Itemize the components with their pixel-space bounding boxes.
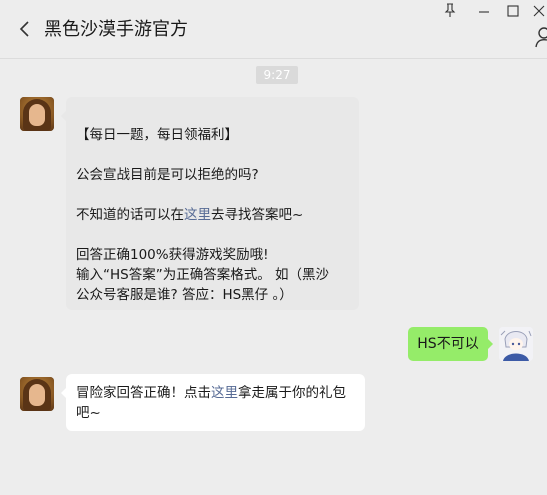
message-line: 公众号客服是谁? 答应：HS黑仔 。） <box>76 287 293 303</box>
chat-title: 黑色沙漠手游官方 <box>44 19 188 40</box>
message-bubble-daily-question[interactable]: 【每日一题，每日领福利】 公会宣战目前是可以拒绝的吗? 不知道的话可以在这里去寻… <box>61 97 359 310</box>
message-text: 冒险家回答正确！点击 <box>76 385 211 401</box>
user-avatar[interactable] <box>499 327 533 361</box>
back-arrow-icon[interactable] <box>18 19 32 39</box>
pin-icon[interactable] <box>440 2 460 20</box>
message-line: 不知道的话可以在这里去寻找答案吧~ <box>76 205 349 225</box>
message-line: 冒险家回答正确！点击这里拿走属于你的礼包 <box>76 383 355 403</box>
message-text: 不知道的话可以在 <box>76 207 184 223</box>
message-line: 公会宣战目前是可以拒绝的吗? <box>76 167 259 183</box>
message-bubble-reward[interactable]: 冒险家回答正确！点击这里拿走属于你的礼包 吧~ <box>61 374 365 431</box>
close-icon[interactable] <box>529 2 547 20</box>
message-line: 输入“HS答案”为正确答案格式。 如（黑沙 <box>76 267 329 283</box>
maximize-icon[interactable] <box>503 2 523 20</box>
title-bar: 黑色沙漠手游官方 <box>0 0 547 59</box>
chat-info-icon[interactable] <box>535 26 547 48</box>
minimize-icon[interactable] <box>474 2 494 20</box>
sent-message-bubble[interactable]: HS不可以 <box>408 327 493 361</box>
message-line: 回答正确100%获得游戏奖励哦! <box>76 247 269 263</box>
message-line: 吧~ <box>76 405 101 421</box>
timestamp: 9:27 <box>256 66 298 84</box>
message-text: 拿走属于你的礼包 <box>238 385 346 401</box>
official-account-avatar[interactable] <box>20 97 54 131</box>
answer-link[interactable]: 这里 <box>184 207 211 223</box>
message-text: 去寻找答案吧~ <box>211 207 304 223</box>
message-line: 【每日一题，每日领福利】 <box>76 127 238 143</box>
official-account-avatar[interactable] <box>20 377 54 411</box>
chat-area[interactable]: 9:27 【每日一题，每日领福利】 公会宣战目前是可以拒绝的吗? 不知道的话可以… <box>0 59 547 495</box>
reward-link[interactable]: 这里 <box>211 385 238 401</box>
